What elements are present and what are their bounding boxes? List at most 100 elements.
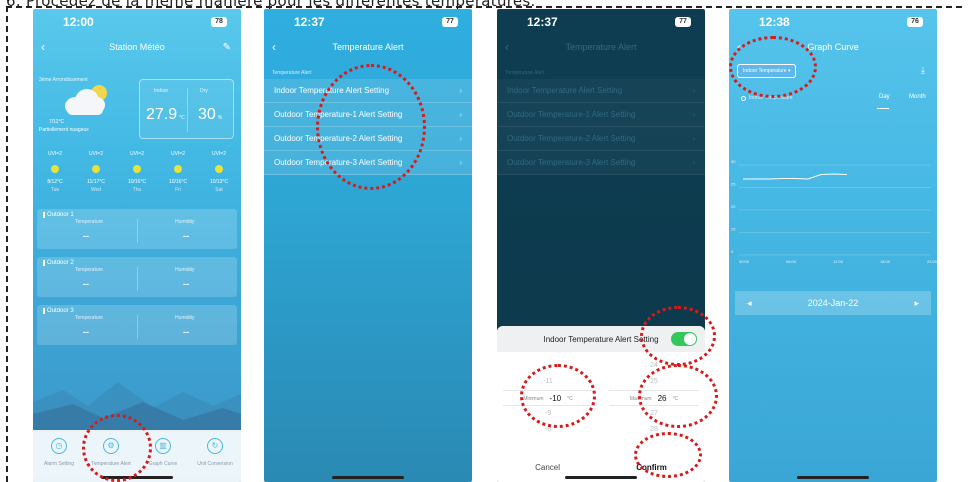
forecast-temps: 10/13°C — [209, 179, 229, 185]
back-icon[interactable]: ‹ — [505, 40, 509, 54]
outdoor-card[interactable]: Outdoor 2 Temperature Humidity -- -- — [37, 257, 237, 297]
annotation-minimum — [520, 364, 596, 428]
forecast-temps: 10/16°C — [127, 179, 147, 185]
status-time: 12:37 — [527, 15, 558, 29]
screen-title: Graph Curve — [807, 42, 859, 52]
forecast-temps: 10/16°C — [168, 179, 188, 185]
tab-unit-conversion[interactable]: ↻ Unit Conversion — [192, 438, 238, 482]
list-item[interactable]: Outdoor Temperature-1 Alert Setting › — [497, 103, 705, 127]
uvi-label: UVI=2 — [88, 151, 104, 157]
annotation-maximum — [638, 364, 718, 428]
forecast-row: UVI=2 8/12°C Tue UVI=2 11/17°C Wed UVI=2 10/16°… — [37, 151, 237, 193]
dry-label: Dry — [200, 88, 208, 94]
forecast-day-label: Wed — [90, 187, 102, 193]
y-tick-label: 30 — [731, 159, 736, 164]
temperature-chart: 0 15 20 25 30 00:00 06:00 12:00 18:00 23:00 — [731, 159, 937, 264]
forecast-day-label: Thu — [132, 187, 142, 193]
x-tick-label: 00:00 — [739, 259, 750, 264]
outdoor-card[interactable]: Outdoor 3 Temperature Humidity -- -- — [37, 305, 237, 345]
section-label: Temperature Alert — [272, 70, 312, 76]
sun-icon — [174, 165, 182, 173]
status-time: 12:00 — [63, 15, 94, 29]
forecast-day: UVI=2 11/17°C Wed — [78, 151, 114, 193]
forecast-temps: 8/12°C — [47, 179, 63, 185]
battery-icon: 78 — [211, 17, 227, 27]
back-icon[interactable]: ‹ — [41, 40, 45, 54]
forecast-day-label: Sat — [215, 187, 223, 193]
outdoor-card[interactable]: Outdoor 1 Temperature Humidity -- -- — [37, 209, 237, 249]
uvi-label: UVI=2 — [211, 151, 227, 157]
forecast-day: UVI=2 10/16°C Thu — [119, 151, 155, 193]
sun-icon — [215, 165, 223, 173]
home-indicator — [332, 476, 404, 479]
annotation-toggle — [640, 306, 716, 366]
uvi-label: UVI=2 — [170, 151, 186, 157]
status-bar: 12:37 77 — [497, 9, 705, 35]
screen-title: Temperature Alert — [332, 42, 404, 52]
annotation-alert-settings-list — [316, 64, 426, 190]
dashed-border-left — [6, 6, 8, 482]
sun-icon — [133, 165, 141, 173]
x-tick-label: 23:00 — [927, 259, 937, 264]
list-item[interactable]: Outdoor Temperature-2 Alert Setting › — [497, 127, 705, 151]
weather-condition: Partiellement nuageux — [39, 127, 89, 133]
home-indicator — [565, 476, 637, 479]
indoor-label: Indoor — [154, 88, 169, 94]
annotation-temperature-alert-tab — [82, 414, 152, 482]
forecast-day: UVI=2 10/16°C Fri — [160, 151, 196, 193]
tab-month[interactable]: Month — [909, 94, 926, 100]
list-item[interactable]: Outdoor Temperature-3 Alert Setting › — [497, 151, 705, 175]
forecast-day-label: Tue — [50, 187, 60, 193]
chevron-right-icon: › — [459, 158, 462, 167]
nav-bar: ‹ Temperature Alert — [264, 37, 472, 57]
chevron-right-icon: › — [459, 134, 462, 143]
chart-icon: ▥ — [155, 438, 171, 454]
nav-bar: ‹ Temperature Alert — [497, 37, 705, 57]
chevron-right-icon: › — [459, 86, 462, 95]
status-time: 12:37 — [294, 15, 325, 29]
annotation-confirm — [634, 432, 702, 478]
screen-title: Station Météo — [109, 42, 165, 52]
status-bar: 12:38 76 — [729, 9, 937, 35]
refresh-icon: ↻ — [207, 438, 223, 454]
list-item[interactable]: Indoor Temperature Alert Setting › — [497, 79, 705, 103]
chevron-right-icon: › — [692, 134, 695, 143]
next-date-button[interactable]: ▸ — [914, 298, 919, 309]
clock-icon: ◷ — [51, 438, 67, 454]
x-tick-label: 18:00 — [880, 259, 891, 264]
tab-day[interactable]: Day — [879, 94, 890, 100]
x-tick-label: 12:00 — [833, 259, 844, 264]
forecast-temps: 11/17°C — [87, 179, 105, 185]
battery-icon: 77 — [442, 17, 458, 27]
forecast-day: UVI=2 10/13°C Sat — [201, 151, 237, 193]
battery-icon: 76 — [907, 17, 923, 27]
screen-title: Temperature Alert — [565, 42, 637, 52]
indoor-temperature: 27.9 °C — [146, 106, 185, 123]
date-navigator: ◂ 2024-Jan-22 ▸ — [735, 291, 931, 315]
tutorial-page: 6. Procédez de la même manière pour les … — [0, 0, 968, 482]
chevron-right-icon: › — [692, 110, 695, 119]
status-bar: 12:37 77 — [264, 9, 472, 35]
y-tick-label: 25 — [731, 182, 736, 187]
chevron-right-icon: › — [692, 86, 695, 95]
tab-alarm-setting[interactable]: ◷ Alarm Setting — [36, 438, 82, 482]
edit-icon[interactable]: ✎ — [223, 42, 231, 53]
download-icon[interactable]: ⤓ — [921, 65, 925, 76]
status-bar: 12:00 78 — [33, 9, 241, 35]
series-line — [743, 173, 848, 180]
annotation-dropdown — [729, 36, 817, 98]
y-tick-label: 0 — [731, 249, 734, 254]
partly-cloudy-icon — [63, 83, 107, 117]
battery-icon: 77 — [675, 17, 691, 27]
current-date: 2024-Jan-22 — [807, 298, 859, 308]
chevron-right-icon: › — [459, 110, 462, 119]
previous-date-button[interactable]: ◂ — [747, 298, 752, 309]
y-tick-label: 20 — [731, 204, 736, 209]
weather-station-screen: 12:00 78 ‹ Station Météo ✎ 3ème Arrondis… — [33, 9, 241, 482]
dashed-border-top — [6, 6, 962, 8]
uvi-label: UVI=2 — [47, 151, 63, 157]
x-tick-label: 06:00 — [786, 259, 797, 264]
cancel-button[interactable]: Cancel — [535, 463, 560, 472]
back-icon[interactable]: ‹ — [272, 40, 276, 54]
status-time: 12:38 — [759, 15, 790, 29]
